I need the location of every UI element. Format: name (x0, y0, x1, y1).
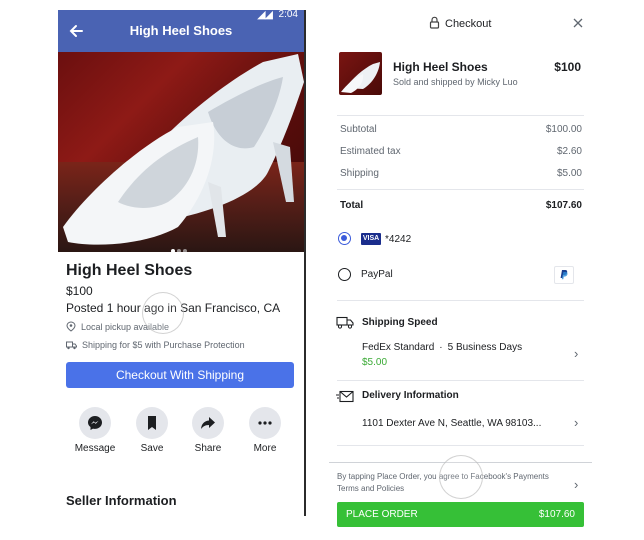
photo-pagination (170, 240, 188, 252)
divider (337, 300, 584, 301)
product-price: $100 (66, 284, 93, 298)
paypal-label: PayPal (361, 269, 393, 280)
share-arrow-icon (201, 417, 215, 429)
visa-card-icon: VISA (361, 233, 381, 245)
shipping-speed-option[interactable]: FedEx Standard · 5 Business Days (362, 342, 522, 353)
bookmark-icon (148, 416, 156, 430)
place-order-label: PLACE ORDER (346, 509, 418, 520)
listing-header: High Heel Shoes ◢◢ 2:04 (58, 10, 304, 52)
checkout-product-price: $100 (554, 60, 581, 74)
listing-header-title: High Heel Shoes (129, 23, 233, 38)
tax-label: Estimated tax (340, 146, 401, 157)
paypal-icon (554, 266, 574, 284)
product-title: High Heel Shoes (66, 262, 193, 279)
message-button[interactable] (79, 407, 111, 439)
shipping-method: FedEx Standard (362, 342, 435, 353)
tax-value: $2.60 (556, 146, 582, 157)
shoe-image (63, 54, 304, 245)
seller-information-heading: Seller Information (66, 493, 177, 508)
shipping-speed-price: $5.00 (362, 357, 388, 368)
chevron-right-icon[interactable]: › (574, 415, 578, 430)
shoe-thumbnail-image (341, 62, 380, 93)
screen-divider (304, 10, 306, 516)
share-label: Share (194, 443, 222, 454)
truck-icon (66, 341, 77, 349)
chevron-right-icon[interactable]: › (574, 346, 578, 361)
more-button[interactable] (249, 407, 281, 439)
shipping-cost-label: Shipping (340, 168, 379, 179)
more-action[interactable]: More (243, 407, 287, 454)
divider (337, 115, 584, 116)
delivery-information-title: Delivery Information (362, 390, 459, 401)
shipping-speed-title: Shipping Speed (362, 317, 438, 328)
shipping-cost-value: $5.00 (556, 168, 582, 179)
truck-icon (336, 316, 354, 329)
checkout-title: Checkout (445, 18, 492, 30)
shipping-eta: 5 Business Days (447, 342, 523, 353)
shipping-row: Shipping for $5 with Purchase Protection (66, 340, 245, 350)
chevron-right-icon[interactable]: › (574, 477, 578, 492)
share-button[interactable] (192, 407, 224, 439)
checkout-header: Checkout (329, 10, 592, 40)
checkout-with-shipping-button[interactable]: Checkout With Shipping (66, 362, 294, 388)
status-time: 2:04 (278, 10, 298, 20)
shipping-cost-row: Shipping $5.00 (340, 168, 582, 179)
subtotal-value: $100.00 (545, 124, 582, 135)
save-label: Save (140, 443, 164, 454)
subtotal-label: Subtotal (340, 124, 377, 135)
listing-screen: High Heel Shoes ◢◢ 2:04 High Heel Shoes … (58, 10, 304, 516)
close-icon[interactable] (572, 17, 584, 29)
page-dot (183, 249, 187, 252)
more-label: More (253, 443, 277, 454)
subtotal-row: Subtotal $100.00 (340, 124, 582, 135)
message-label: Message (74, 443, 116, 454)
shipping-text: Shipping for $5 with Purchase Protection (82, 340, 245, 350)
page-dot (177, 249, 181, 252)
product-thumbnail (339, 52, 382, 95)
card-radio[interactable] (338, 232, 351, 245)
touch-indicator (439, 455, 483, 499)
place-order-button[interactable]: PLACE ORDER $107.60 (337, 502, 584, 527)
checkout-screen: Checkout High Heel Shoes Sold and shippe… (329, 10, 592, 530)
lock-icon (429, 16, 440, 29)
divider (337, 380, 584, 381)
delivery-address[interactable]: 1101 Dexter Ave N, Seattle, WA 98103... (362, 418, 541, 429)
shipping-separator: · (439, 342, 443, 353)
divider (337, 445, 584, 446)
envelope-icon (336, 390, 354, 403)
share-action[interactable]: Share (186, 407, 230, 454)
location-pin-icon (66, 321, 76, 332)
page-dot (171, 249, 175, 252)
product-photo[interactable] (58, 52, 304, 252)
paypal-radio[interactable] (338, 268, 351, 281)
divider (337, 189, 584, 190)
total-label: Total (340, 200, 364, 211)
messenger-icon (88, 416, 102, 430)
save-action[interactable]: Save (130, 407, 174, 454)
card-number: *4242 (385, 234, 412, 245)
total-value: $107.60 (545, 200, 582, 211)
signal-icon: ◢◢ (257, 10, 273, 21)
touch-indicator (142, 292, 184, 334)
tax-row: Estimated tax $2.60 (340, 146, 582, 157)
message-action[interactable]: Message (73, 407, 117, 454)
place-order-amount: $107.60 (538, 509, 575, 520)
more-dots-icon (258, 421, 272, 425)
checkout-product-name: High Heel Shoes (393, 60, 488, 74)
save-button[interactable] (136, 407, 168, 439)
total-row: Total $107.60 (340, 200, 582, 211)
checkout-product-seller: Sold and shipped by Micky Luo (393, 77, 518, 87)
